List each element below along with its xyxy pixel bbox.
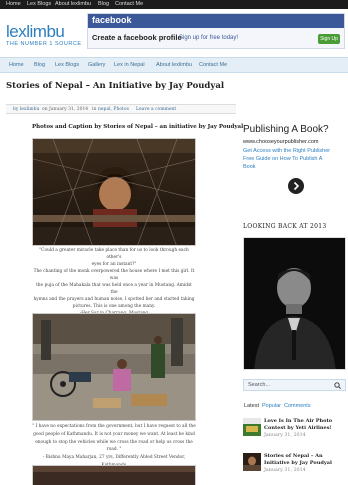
sidebar-post-thumbnail[interactable] <box>243 453 261 471</box>
sidebar-ad-heading[interactable]: Publishing A Book? <box>243 124 346 135</box>
sidebar-post-date: January 31, 2014 <box>264 468 306 473</box>
portrait-image <box>244 238 345 369</box>
sidebar-post-item[interactable]: Love Is In The Air Photo Contest by Yeti… <box>243 418 347 442</box>
facebook-logo: facebook <box>92 15 132 25</box>
caption-line: enough to stop the vehicles while we cro… <box>35 439 193 453</box>
caption-line: pictures. This is one among the many. <box>72 304 156 309</box>
logo-tagline: THE NUMBER 1 SOURCE <box>6 41 82 47</box>
topbar-link-lex-blogs[interactable]: Lex Blogs <box>27 0 51 9</box>
tab-popular[interactable]: Popular <box>262 403 281 409</box>
tab-latest[interactable]: Latest <box>244 403 259 409</box>
nav-item-about[interactable]: About lexlimbu <box>156 58 192 72</box>
facebook-ad-bar: facebook <box>88 14 344 28</box>
post-category-prefix: in <box>92 107 97 112</box>
sidebar-ad-desc-line: Book <box>243 164 256 170</box>
sidebar-post-thumbnail[interactable] <box>243 418 261 436</box>
photo-street-vendor <box>32 313 196 421</box>
post-meta: by lexlimbu on January 31, 2014 in nepal… <box>6 104 236 114</box>
caption-line: hymns and the prayers and human noise, I… <box>33 297 195 302</box>
nav-item-lex-in-nepal[interactable]: Lex in Nepal <box>114 58 145 72</box>
topbar-link-blog[interactable]: Blog <box>98 0 109 9</box>
caption-girl: "Could a greater miracle take place than… <box>32 247 196 317</box>
logo-word: lexlimbu <box>6 22 65 41</box>
chevron-right-icon <box>293 181 300 191</box>
photo-girl-mustang <box>32 138 196 246</box>
topbar-link-contact[interactable]: Contact Me <box>115 0 143 9</box>
top-bar: Home Lex Blogs About lexlimbu Blog Conta… <box>0 0 348 9</box>
sidebar-post-item[interactable]: Stories of Nepal – An Initiative by Jay … <box>243 453 347 477</box>
caption-line: eyes for an instant?" <box>91 262 137 267</box>
photo-partial <box>32 465 196 485</box>
looking-back-heading: LOOKING BACK AT 2013 <box>243 223 327 230</box>
nav-item-blog[interactable]: Blog <box>34 58 45 72</box>
site-header: lexlimbu THE NUMBER 1 SOURCE facebook Cr… <box>0 9 348 57</box>
post-author[interactable]: by lexlimbu <box>13 105 39 114</box>
sidebar-ad-desc: Get Access with the Right Publisher Free… <box>243 147 346 171</box>
nav-item-gallery[interactable]: Gallery <box>88 58 105 72</box>
nav-item-home[interactable]: Home <box>9 58 24 72</box>
caption-line: good people of Kathmandu. It is not your… <box>33 431 195 437</box>
facebook-ad-subtext[interactable]: Sign up for free today! <box>179 35 238 41</box>
facebook-ad-banner[interactable]: facebook Create a facebook profile Sign … <box>87 13 345 49</box>
topbar-link-about[interactable]: About lexlimbu <box>55 0 91 9</box>
sidebar-ad-desc-line: Free Guide on How To Publish A <box>243 156 323 162</box>
post-categories[interactable]: nepal, Photos <box>98 105 129 114</box>
sidebar-search-input[interactable]: Search... <box>243 379 346 391</box>
facebook-signup-button[interactable]: Sign Up <box>318 34 340 44</box>
photo-girl-image <box>33 139 195 245</box>
looking-back-photo[interactable] <box>243 237 346 370</box>
caption-vendor: " I have no expectations from the govern… <box>32 423 196 470</box>
post-title: Stories of Nepal – An Initiative by Jay … <box>6 81 225 91</box>
search-icon[interactable] <box>334 382 341 389</box>
post-date: on January 31, 2014 <box>42 107 89 112</box>
site-logo[interactable]: lexlimbu THE NUMBER 1 SOURCE <box>6 23 82 47</box>
sidebar-post-title[interactable]: Stories of Nepal – An Initiative by Jay … <box>264 453 347 467</box>
photo-partial-image <box>33 466 195 485</box>
nav-item-contact[interactable]: Contact Me <box>199 58 227 72</box>
sidebar-post-date: January 31, 2014 <box>264 433 306 438</box>
tab-comments[interactable]: Comments <box>284 403 311 409</box>
sidebar-post-title[interactable]: Love Is In The Air Photo Contest by Yeti… <box>264 418 347 432</box>
leave-comment-link[interactable]: Leave a comment <box>136 105 176 114</box>
sidebar-ad[interactable]: Publishing A Book? www.chooseyourpublish… <box>243 124 346 171</box>
search-placeholder: Search... <box>248 382 271 388</box>
nav-item-lex-blogs[interactable]: Lex Blogs <box>55 58 79 72</box>
sidebar-ad-arrow-button[interactable] <box>288 178 304 194</box>
main-nav: Home Blog Lex Blogs Gallery Lex in Nepal… <box>0 57 348 73</box>
photo-vendor-image <box>33 314 195 420</box>
topbar-link-home[interactable]: Home <box>6 0 21 9</box>
caption-line: "Could a greater miracle take place than… <box>39 248 189 260</box>
caption-line: the puja of the Mahakala that was held o… <box>36 283 192 295</box>
sidebar-ad-desc-line: Get Access with the Right Publisher <box>243 148 331 154</box>
caption-line: The chanting of the monk overpowered the… <box>33 269 195 281</box>
caption-line: " I have no expectations from the govern… <box>32 424 196 429</box>
post-subheading: Photos and Caption by Stories of Nepal –… <box>32 124 244 130</box>
facebook-ad-headline: Create a facebook profile <box>92 33 182 42</box>
sidebar-ad-url[interactable]: www.chooseyourpublisher.com <box>243 139 346 145</box>
